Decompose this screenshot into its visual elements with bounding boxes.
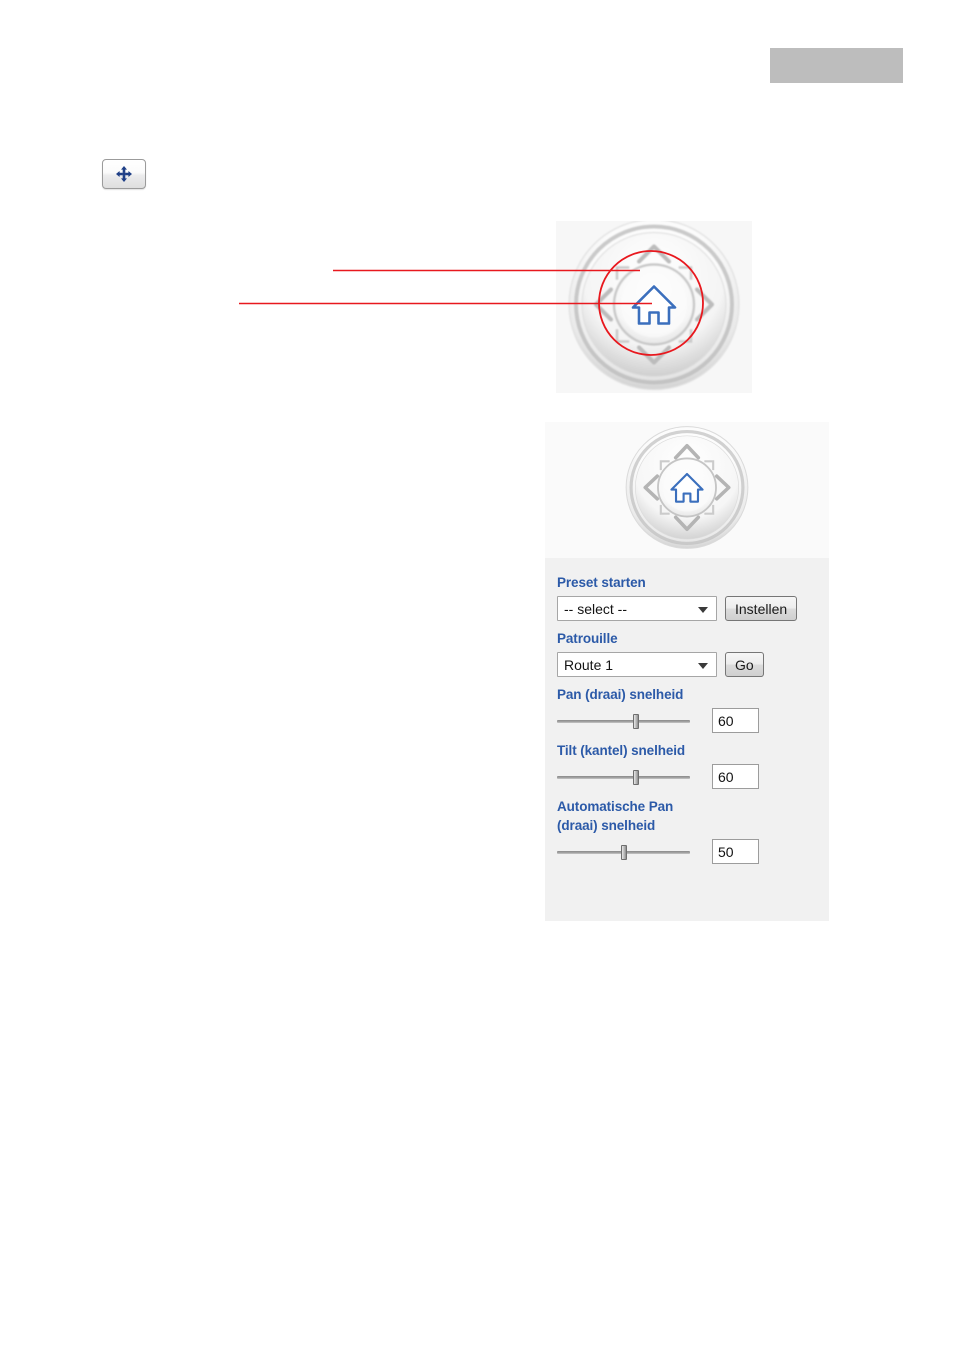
preset-select[interactable]: -- select -- bbox=[557, 596, 717, 621]
auto-pan-speed-label-line2: (draai) snelheid bbox=[557, 818, 656, 833]
ptz-joystick-control[interactable] bbox=[619, 425, 755, 556]
ptz-joystick-svg[interactable] bbox=[619, 425, 755, 551]
tilt-speed-slider[interactable] bbox=[557, 766, 690, 788]
auto-pan-speed-value[interactable]: 50 bbox=[712, 839, 759, 864]
slider-track bbox=[557, 775, 690, 779]
preset-label: Preset starten bbox=[557, 575, 646, 590]
patrol-row: Route 1 Go bbox=[557, 652, 817, 677]
patrol-select-value: Route 1 bbox=[564, 656, 614, 673]
pan-speed-slider[interactable] bbox=[557, 710, 690, 732]
slider-track bbox=[557, 719, 690, 723]
redacted-bar bbox=[770, 48, 903, 83]
upper-joystick-figure bbox=[556, 221, 752, 393]
pan-speed-row: 60 bbox=[557, 708, 817, 733]
pan-speed-value[interactable]: 60 bbox=[712, 708, 759, 733]
slider-handle[interactable] bbox=[633, 769, 639, 785]
patrol-label: Patrouille bbox=[557, 631, 618, 646]
tilt-speed-value[interactable]: 60 bbox=[712, 764, 759, 789]
chevron-down-icon bbox=[698, 606, 708, 613]
ptz-control-panel: Preset starten -- select -- Instellen Pa… bbox=[545, 422, 829, 921]
slider-handle[interactable] bbox=[621, 844, 627, 860]
tilt-speed-label: Tilt (kantel) snelheid bbox=[557, 743, 686, 758]
preset-set-button[interactable]: Instellen bbox=[725, 596, 798, 621]
preset-select-value: -- select -- bbox=[564, 600, 627, 617]
slider-handle[interactable] bbox=[633, 713, 639, 729]
pan-speed-label: Pan (draai) snelheid bbox=[557, 687, 684, 702]
ptz-toolbar-button[interactable] bbox=[102, 159, 146, 189]
auto-pan-speed-label: Automatische Pan (draai) snelheid bbox=[557, 797, 817, 835]
move-four-arrows-icon bbox=[115, 165, 133, 183]
patrol-go-button[interactable]: Go bbox=[725, 652, 764, 677]
preset-row: -- select -- Instellen bbox=[557, 596, 817, 621]
ptz-joystick-illustration bbox=[565, 221, 743, 393]
chevron-down-icon bbox=[698, 662, 708, 669]
auto-pan-speed-row: 50 bbox=[557, 839, 817, 864]
ptz-joystick-area bbox=[545, 422, 829, 558]
tilt-speed-row: 60 bbox=[557, 764, 817, 789]
patrol-select[interactable]: Route 1 bbox=[557, 652, 717, 677]
auto-pan-speed-slider[interactable] bbox=[557, 841, 690, 863]
ptz-joystick-svg bbox=[568, 221, 740, 391]
auto-pan-speed-label-line1: Automatische Pan bbox=[557, 799, 674, 814]
